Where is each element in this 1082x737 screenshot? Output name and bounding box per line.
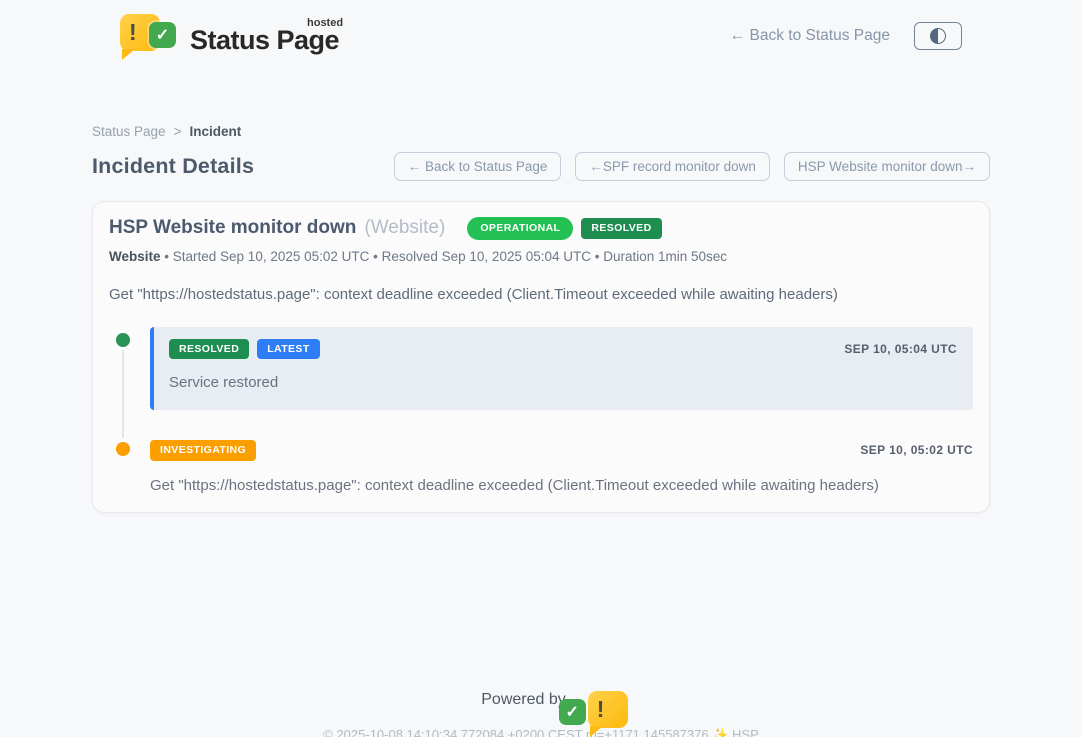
breadcrumb-separator: >	[174, 124, 182, 139]
update-message: Service restored	[169, 374, 957, 391]
app-header: ! ✓ hosted Status Page ← Back to Status …	[0, 0, 1082, 60]
timeline-update-investigating: INVESTIGATING SEP 10, 05:02 UTC Get "htt…	[150, 436, 973, 494]
header-back-link[interactable]: ← Back to Status Page	[730, 27, 890, 45]
update-latest-badge: LATEST	[257, 339, 319, 360]
logo-speech-bubble-icon: ! ✓	[120, 12, 178, 60]
back-to-status-page-button[interactable]: ← Back to Status Page	[394, 152, 562, 181]
breadcrumb-incident: Incident	[189, 124, 241, 139]
logo-superscript: hosted	[307, 17, 343, 29]
next-incident-button[interactable]: HSP Website monitor down→	[784, 152, 990, 181]
operational-badge: OPERATIONAL	[467, 217, 573, 240]
powered-by-link[interactable]: Powered by ! ✓	[0, 689, 1082, 711]
logo-text: Status Page	[190, 27, 339, 60]
timeline-item-investigating: INVESTIGATING SEP 10, 05:02 UTC Get "htt…	[109, 436, 973, 494]
update-investigating-badge: INVESTIGATING	[150, 440, 256, 461]
prev-incident-button[interactable]: ←SPF record monitor down	[575, 152, 770, 181]
copyright-text: © 2025-10-08 14:10:34.772084 +0200 CEST …	[0, 727, 1082, 737]
powered-by-logo-icon: ! ✓	[575, 689, 601, 711]
incident-nav-buttons: ← Back to Status Page ←SPF record monito…	[394, 152, 990, 181]
page-footer: Powered by ! ✓ © 2025-10-08 14:10:34.772…	[0, 689, 1082, 737]
incident-title: HSP Website monitor down	[109, 217, 356, 239]
incident-meta-times: • Started Sep 10, 2025 05:02 UTC • Resol…	[164, 249, 727, 264]
timeline-item-resolved: RESOLVED LATEST SEP 10, 05:04 UTC Servic…	[109, 327, 973, 411]
main-content: Status Page > Incident Incident Details …	[92, 124, 990, 513]
app-logo[interactable]: ! ✓ hosted Status Page	[120, 12, 343, 60]
timeline-dot-orange	[116, 442, 130, 456]
update-resolved-badge: RESOLVED	[169, 339, 249, 360]
page-title: Incident Details	[92, 154, 254, 179]
incident-scope: (Website)	[364, 217, 445, 239]
incident-timeline: RESOLVED LATEST SEP 10, 05:04 UTC Servic…	[109, 327, 973, 494]
timeline-dot-green	[116, 333, 130, 347]
breadcrumb-status-page[interactable]: Status Page	[92, 124, 166, 139]
update-timestamp: SEP 10, 05:02 UTC	[860, 443, 973, 457]
theme-toggle-button[interactable]	[914, 22, 962, 50]
incident-card: HSP Website monitor down (Website) OPERA…	[92, 201, 990, 513]
update-message: Get "https://hostedstatus.page": context…	[150, 477, 973, 494]
incident-description: Get "https://hostedstatus.page": context…	[109, 286, 973, 303]
update-timestamp: SEP 10, 05:04 UTC	[844, 342, 957, 356]
resolved-status-badge: RESOLVED	[581, 218, 661, 239]
breadcrumb: Status Page > Incident	[92, 124, 990, 139]
exclamation-icon: !	[129, 19, 137, 46]
check-icon: ✓	[149, 22, 176, 48]
timeline-update-latest: RESOLVED LATEST SEP 10, 05:04 UTC Servic…	[150, 327, 973, 411]
half-circle-icon	[930, 28, 946, 44]
incident-service-name: Website	[109, 249, 161, 264]
incident-meta: Website • Started Sep 10, 2025 05:02 UTC…	[109, 249, 973, 264]
powered-by-label: Powered by	[481, 691, 566, 709]
